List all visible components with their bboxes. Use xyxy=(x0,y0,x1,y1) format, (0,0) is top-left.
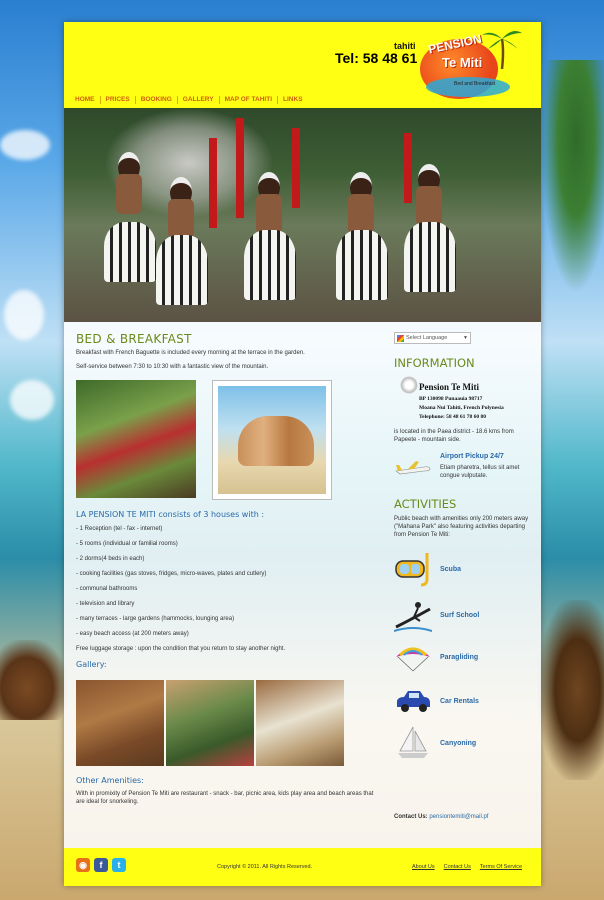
palm-tree-icon xyxy=(482,31,522,69)
houses-heading: LA PENSION TE MITI consists of 3 houses … xyxy=(76,510,265,519)
page-container: tahiti Tel: 58 48 61 PENSION Te Miti Bed… xyxy=(64,22,541,886)
contact-line: Contact Us: pensiontemiti@mail.pf xyxy=(394,813,534,821)
pickup-text: Etiam pharetra, tellus sit amet congue v… xyxy=(440,465,520,479)
activity-item[interactable]: Scuba xyxy=(394,551,461,587)
activity-paragliding-link[interactable]: Paragliding xyxy=(440,654,478,661)
sidebar: Select Language ▼ INFORMATION Pension Te… xyxy=(394,332,534,821)
chevron-down-icon: ▼ xyxy=(463,335,468,341)
list-item: - 1 Reception (tel - fax - internet) xyxy=(76,526,163,532)
activity-item[interactable]: Canyoning xyxy=(394,725,476,761)
activity-item[interactable]: Paragliding xyxy=(394,639,478,675)
pension-address: BP 130098 Punaauia 98717 xyxy=(419,396,483,402)
paraglider-icon xyxy=(396,647,430,672)
nav-gallery[interactable]: GALLERY xyxy=(178,96,220,104)
main-nav: HOME PRICES BOOKING GALLERY MAP OF TAHIT… xyxy=(70,96,308,104)
pension-name: Pension Te Miti xyxy=(419,382,480,392)
header: tahiti Tel: 58 48 61 PENSION Te Miti Bed… xyxy=(64,22,541,108)
background-cloud xyxy=(10,380,54,420)
gallery-thumb-terrace[interactable] xyxy=(166,680,254,766)
list-item: - cooking facilities (gas stoves, fridge… xyxy=(76,571,267,577)
surfer-icon xyxy=(394,602,432,632)
car-icon xyxy=(397,691,430,712)
intro-text: Breakfast with French Baguette is includ… xyxy=(76,350,305,356)
airplane-icon xyxy=(395,461,431,475)
houses-list: LA PENSION TE MITI consists of 3 houses … xyxy=(76,510,376,669)
twitter-icon[interactable]: t xyxy=(112,858,126,872)
pension-address: Moana Nui Tahiti, French Polynesia xyxy=(419,405,504,411)
rss-icon[interactable]: ◉ xyxy=(76,858,90,872)
language-select[interactable]: Select Language ▼ xyxy=(394,332,471,344)
nav-prices[interactable]: PRICES xyxy=(101,96,136,104)
activity-canyoning-link[interactable]: Canyoning xyxy=(440,740,476,747)
pension-phone: Telephone: 58 48 61 78 60 80 xyxy=(419,414,487,420)
gallery-thumb-kitchen[interactable] xyxy=(76,680,164,766)
facebook-icon[interactable]: f xyxy=(94,858,108,872)
logo-subtitle: Bed and Breakfast xyxy=(454,81,496,87)
background-palm xyxy=(534,60,604,320)
gallery-thumb-bedroom[interactable] xyxy=(256,680,344,766)
intro-text: Self-service between 7:30 to 10:30 with … xyxy=(76,364,269,370)
sailboat-icon xyxy=(398,726,428,758)
location-text: is located in the Paea district - 18.6 k… xyxy=(394,429,514,443)
page-title: BED & BREAKFAST xyxy=(76,332,192,346)
footer-links: About Us Contact Us Terms Of Service xyxy=(412,864,522,870)
background-cloud xyxy=(4,290,44,340)
activities-list: Scuba Surf School Paragliding Car Rental… xyxy=(394,539,534,799)
logo[interactable]: PENSION Te Miti Bed and Breakfast xyxy=(416,25,526,105)
other-amenities: Other Amenities: With in promixity of Pe… xyxy=(76,776,376,806)
list-item: - many terraces - large gardens (hammock… xyxy=(76,616,235,622)
activity-scuba-link[interactable]: Scuba xyxy=(440,566,461,573)
activities-text: Public beach with amenities only 200 met… xyxy=(394,516,529,538)
background-cloud xyxy=(0,130,50,160)
contact-label: Contact Us: xyxy=(394,814,428,820)
family-beach-photo xyxy=(212,380,332,500)
other-amenities-text: With in promixity of Pension Te Miti are… xyxy=(76,791,374,805)
info-heading: INFORMATION xyxy=(394,356,475,370)
activity-surf-link[interactable]: Surf School xyxy=(440,612,479,619)
list-item: - 2 dorms(4 beds in each) xyxy=(76,556,145,562)
main-content: BED & BREAKFAST Breakfast with French Ba… xyxy=(76,332,376,805)
footer: ◉ f t Copyright © 2011. All Rights Reser… xyxy=(64,848,541,886)
background-rock xyxy=(0,640,68,720)
gallery xyxy=(76,680,344,766)
contact-email-link[interactable]: pensiontemiti@mail.pf xyxy=(429,814,488,820)
flower-icon xyxy=(400,376,418,394)
activities-heading: ACTIVITIES xyxy=(394,497,457,511)
scuba-mask-icon xyxy=(395,553,429,587)
activity-item[interactable]: Car Rentals xyxy=(394,683,479,719)
pickup-block: Airport Pickup 24/7 Etiam pharetra, tell… xyxy=(394,453,534,489)
nav-map[interactable]: MAP OF TAHITI xyxy=(220,96,279,104)
activity-car-rentals-link[interactable]: Car Rentals xyxy=(440,698,479,705)
list-item: - easy beach access (at 200 meters away) xyxy=(76,631,189,637)
hero-photo xyxy=(64,108,541,322)
pension-card: Pension Te Miti BP 130098 Punaauia 98717… xyxy=(394,374,518,426)
google-icon xyxy=(397,334,404,342)
logo-line2: Te Miti xyxy=(442,55,483,70)
other-amenities-heading: Other Amenities: xyxy=(76,776,144,785)
list-item: - communal bathrooms xyxy=(76,586,138,592)
luggage-text: Free luggage storage : upon the conditio… xyxy=(76,646,286,652)
telephone-number: Tel: 58 48 61 xyxy=(335,50,418,66)
nav-home[interactable]: HOME xyxy=(70,96,101,104)
activity-item[interactable]: Surf School xyxy=(394,597,479,633)
list-item: - television and library xyxy=(76,601,135,607)
footer-terms-link[interactable]: Terms Of Service xyxy=(480,864,522,870)
language-select-label: Select Language xyxy=(406,335,448,341)
pickup-title[interactable]: Airport Pickup 24/7 xyxy=(440,453,504,460)
list-item: - 5 rooms (individual or familial rooms) xyxy=(76,541,178,547)
gallery-heading: Gallery: xyxy=(76,660,107,669)
footer-about-link[interactable]: About Us xyxy=(412,864,435,870)
nav-booking[interactable]: BOOKING xyxy=(136,96,178,104)
nav-links[interactable]: LINKS xyxy=(278,96,308,104)
background-rock xyxy=(538,600,604,780)
logo-wave xyxy=(426,77,510,97)
garden-photo xyxy=(76,380,196,498)
copyright: Copyright © 2011. All Rights Reserved. xyxy=(217,864,313,870)
footer-contact-link[interactable]: Contact Us xyxy=(444,864,471,870)
